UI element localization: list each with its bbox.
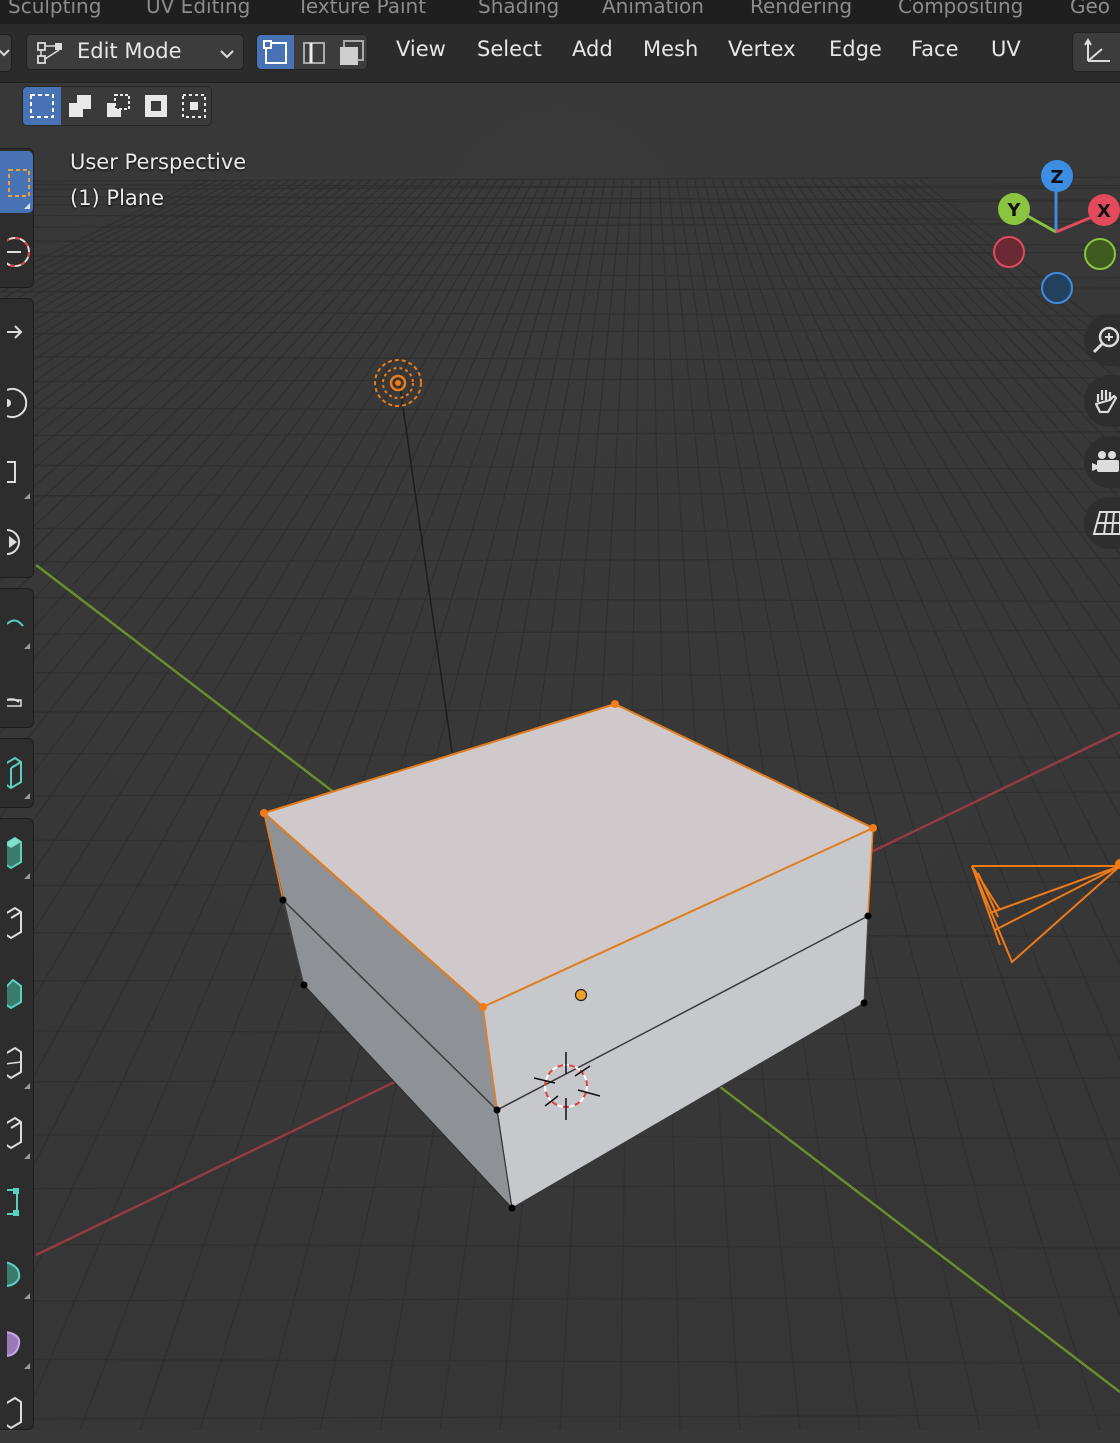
select-invert-icon (145, 95, 167, 117)
add-cube-tool[interactable] (0, 741, 33, 803)
perspective-grid-icon (1092, 511, 1120, 535)
extrude-tool[interactable] (0, 821, 33, 883)
select-invert-button[interactable] (137, 87, 175, 125)
select-box-icon (8, 169, 30, 197)
inset-icon (7, 906, 22, 940)
move-tool[interactable] (0, 301, 33, 363)
rotate-tool[interactable] (0, 371, 33, 433)
box-select-mode-group (22, 86, 212, 126)
workspace-tab-uv-editing[interactable]: UV Editing (146, 0, 250, 18)
move-icon (7, 325, 23, 339)
edge-select-icon (302, 42, 325, 64)
workspace-tab-shading[interactable]: Shading (478, 0, 559, 18)
loop-cut-tool[interactable] (0, 1031, 33, 1093)
menu-uv[interactable]: UV (991, 37, 1021, 61)
editor-type-button[interactable] (0, 34, 12, 72)
view-name-label: User Perspective (70, 150, 247, 174)
scale-icon (7, 461, 16, 483)
face-select-button[interactable] (332, 35, 367, 69)
smooth-icon (7, 1331, 21, 1357)
bevel-icon (7, 978, 22, 1010)
knife-tool[interactable] (0, 1101, 33, 1163)
chevron-down-icon (220, 50, 234, 59)
menu-vertex[interactable]: Vertex (728, 37, 796, 61)
viewport-header: Edit Mode View Select Add Mesh Vertex Ed… (0, 24, 1120, 83)
active-object-label: (1) Plane (70, 186, 165, 210)
mode-label: Edit Mode (77, 39, 182, 63)
tool-group-mesh-edit (0, 818, 34, 1430)
workspace-tab-compositing[interactable]: Compositing (898, 0, 1023, 18)
object-origin (574, 988, 588, 1002)
3d-viewport[interactable]: Z Y X (0, 0, 1120, 1430)
select-intersect-button[interactable] (175, 87, 211, 125)
select-extend-icon (69, 95, 91, 117)
annotate-icon (7, 619, 24, 627)
workspace-tab-geometry[interactable]: Geo (1070, 0, 1110, 18)
rotate-icon (7, 388, 28, 418)
select-subtract-icon (107, 94, 130, 117)
cursor-tool[interactable] (0, 221, 33, 283)
vertex-select-icon (262, 40, 287, 64)
workspace-tab-texture-paint[interactable]: Texture Paint (297, 0, 426, 18)
transform-axes-icon (1083, 38, 1110, 62)
poly-build-icon (7, 1188, 19, 1216)
tool-group-select (0, 148, 34, 288)
workspace-tabs-bar: Sculpting UV Editing Texture Paint Shadi… (0, 0, 1120, 24)
menu-view[interactable]: View (396, 37, 446, 61)
menu-mesh[interactable]: Mesh (643, 37, 698, 61)
gizmo-neg-x[interactable] (993, 236, 1025, 268)
poly-build-tool[interactable] (0, 1171, 33, 1233)
select-extend-button[interactable] (61, 87, 99, 125)
mesh-select-mode-group (256, 34, 368, 70)
annotate-tool[interactable] (0, 591, 33, 653)
scale-tool[interactable] (0, 441, 33, 503)
edit-mode-icon (37, 42, 62, 64)
vertex-select-button[interactable] (257, 35, 294, 69)
face-select-icon (339, 40, 364, 65)
gizmo-y-label: Y (1006, 200, 1021, 221)
workspace-tab-animation[interactable]: Animation (602, 0, 704, 18)
select-box-tool[interactable] (0, 151, 33, 213)
measure-icon (7, 698, 22, 707)
transform-icon (7, 529, 20, 555)
select-intersect-icon (182, 94, 206, 118)
zoom-icon (1092, 326, 1120, 354)
menu-select[interactable]: Select (477, 37, 542, 61)
cursor-icon (7, 237, 30, 267)
extrude-icon (7, 836, 22, 870)
transform-orientation-button[interactable] (1072, 32, 1120, 72)
knife-icon (7, 1116, 22, 1150)
transform-tool[interactable] (0, 511, 33, 573)
select-new-icon (30, 94, 54, 118)
tool-group-transform (0, 298, 34, 578)
menu-add[interactable]: Add (572, 37, 613, 61)
gizmo-neg-z[interactable] (1041, 272, 1073, 304)
menu-face[interactable]: Face (911, 37, 959, 61)
spin-tool[interactable] (0, 1241, 33, 1303)
loop-cut-icon (7, 1046, 22, 1080)
workspace-tab-sculpting[interactable]: Sculpting (8, 0, 101, 18)
gizmo-x-label: X (1097, 201, 1111, 222)
pan-hand-icon (1094, 390, 1118, 414)
bevel-tool[interactable] (0, 961, 33, 1023)
edge-slide-tool[interactable] (0, 1381, 33, 1443)
edge-select-button[interactable] (295, 35, 332, 69)
tool-group-annotate (0, 588, 34, 728)
smooth-tool[interactable] (0, 1311, 33, 1373)
chevron-down-icon (0, 49, 10, 57)
gizmo-neg-y[interactable] (1084, 238, 1116, 270)
inset-tool[interactable] (0, 891, 33, 953)
tool-group-add (0, 738, 34, 808)
select-new-button[interactable] (23, 87, 61, 125)
add-cube-icon (7, 756, 22, 790)
menu-edge[interactable]: Edge (829, 37, 882, 61)
edge-slide-icon (7, 1396, 22, 1430)
measure-tool[interactable] (0, 661, 33, 723)
workspace-tab-rendering[interactable]: Rendering (750, 0, 852, 18)
gizmo-z-label: Z (1050, 167, 1063, 188)
select-subtract-button[interactable] (99, 87, 137, 125)
spin-icon (7, 1261, 21, 1287)
mode-dropdown[interactable]: Edit Mode (26, 34, 244, 70)
camera-view-icon (1092, 451, 1119, 472)
